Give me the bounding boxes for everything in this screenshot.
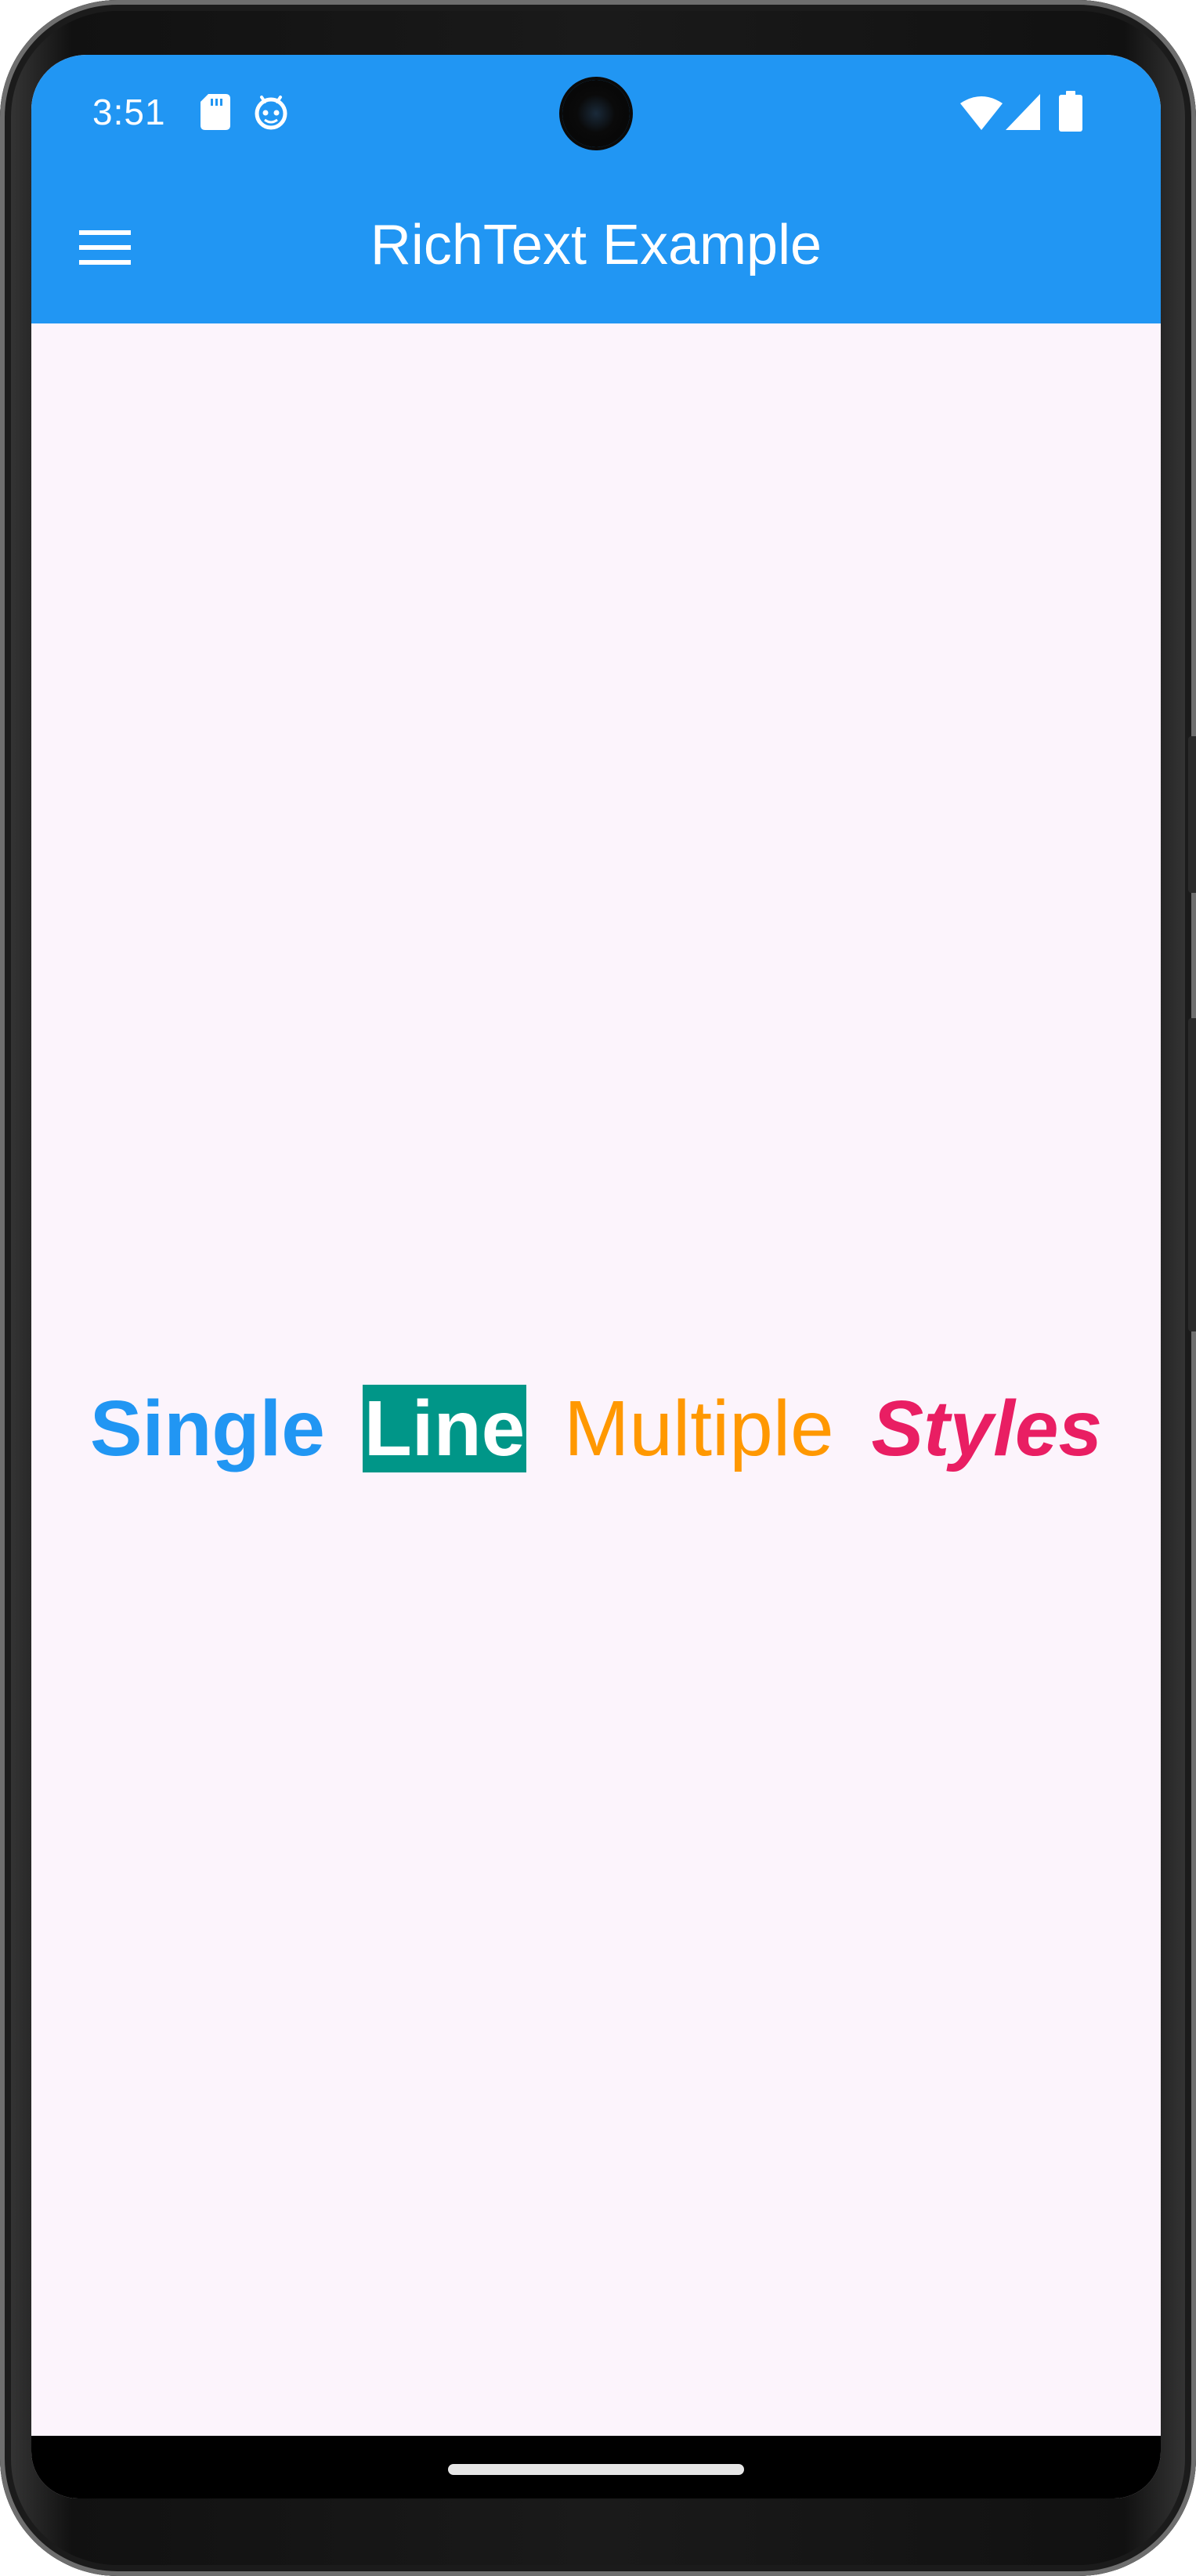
rich-text-span-multiple: Multiple <box>564 1385 834 1472</box>
volume-button <box>1188 736 1196 893</box>
wifi-icon <box>960 96 1003 130</box>
status-time: 3:51 <box>92 92 166 132</box>
rich-text: Single Line Multiple Styles <box>31 1381 1161 1476</box>
front-camera <box>562 80 630 147</box>
status-bar: 3:51 <box>31 55 1161 172</box>
page-title: RichText Example <box>370 214 822 276</box>
sd-card-icon <box>201 94 230 130</box>
toolbar: RichText Example <box>31 172 1161 323</box>
phone-frame: 3:51 RichText Example Single Line Multip… <box>0 0 1196 2576</box>
navigation-bar <box>31 2436 1161 2498</box>
screen: 3:51 RichText Example Single Line Multip… <box>31 55 1161 2498</box>
battery-icon <box>1059 91 1082 132</box>
rich-text-span-line: Line <box>362 1385 527 1472</box>
signal-icon <box>1006 94 1040 130</box>
rich-text-span-single: Single <box>89 1385 325 1472</box>
home-indicator[interactable] <box>448 2464 744 2475</box>
content-area: Single Line Multiple Styles <box>31 323 1161 2437</box>
app-bar: 3:51 RichText Example <box>31 55 1161 323</box>
power-button <box>1188 1018 1196 1331</box>
rich-text-span-styles: Styles <box>871 1385 1103 1472</box>
debug-icon <box>255 96 287 130</box>
